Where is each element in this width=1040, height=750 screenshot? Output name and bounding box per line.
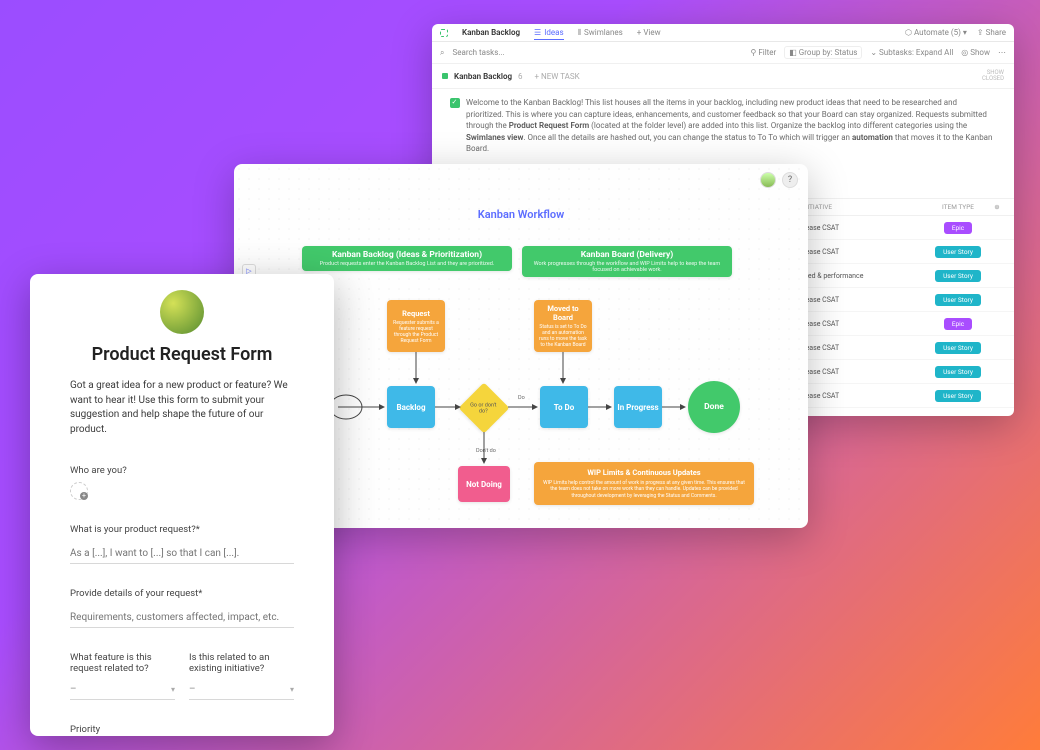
share-button[interactable]: ⇪ Share: [977, 28, 1006, 37]
cell-itemtype: User Story: [930, 390, 986, 402]
initiative-label: Is this related to an existing initiativ…: [189, 652, 294, 674]
view-tabs: Kanban Backlog ☰Ideas ⫴Swimlanes + View …: [432, 24, 1014, 42]
workflow-title: Kanban Workflow: [234, 208, 808, 221]
feature-select[interactable]: –▾: [70, 680, 175, 700]
form-avatar: [160, 290, 204, 334]
share-icon: ⇪: [977, 28, 984, 37]
tab-add-view[interactable]: + View: [637, 28, 661, 37]
list-icon: [440, 29, 448, 37]
form-intro: Got a great idea for a new product or fe…: [70, 379, 294, 437]
show-closed-toggle[interactable]: SHOW CLOSED: [982, 70, 1004, 82]
search-icon[interactable]: ⌕: [440, 48, 444, 58]
chevron-down-icon: ▾: [963, 28, 967, 37]
request-input[interactable]: [70, 544, 294, 564]
initiative-select[interactable]: –▾: [189, 680, 294, 700]
node-done[interactable]: Done: [688, 381, 740, 433]
cell-itemtype: User Story: [930, 246, 986, 258]
cell-itemtype: User Story: [930, 366, 986, 378]
node-moved[interactable]: Moved to Board Status is set to To Do an…: [534, 300, 592, 352]
groupby-button[interactable]: ◧ Group by: Status: [784, 46, 862, 59]
help-icon[interactable]: ?: [782, 172, 798, 188]
details-input[interactable]: [70, 608, 294, 628]
subtasks-button[interactable]: ⌄ Subtasks: Expand All: [870, 48, 953, 57]
list-view-icon: ☰: [534, 28, 541, 37]
automate-button[interactable]: ⬡ Automate (5) ▾: [905, 28, 967, 37]
stage-board: Kanban Board (Delivery) Work progresses …: [522, 246, 732, 277]
request-label: What is your product request?*: [70, 524, 294, 535]
whiteboard-toolbar: ?: [760, 172, 798, 188]
product-request-form: Product Request Form Got a great idea fo…: [30, 274, 334, 736]
node-decision[interactable]: Go or don't do?: [459, 383, 510, 434]
swimlane-icon: ⫴: [578, 28, 581, 38]
cell-itemtype: Epic: [930, 222, 986, 234]
status-square-icon: [442, 73, 448, 79]
list-title: Kanban Backlog: [462, 28, 520, 37]
chevron-down-icon: ▾: [171, 685, 175, 694]
show-button[interactable]: ◎ Show: [961, 48, 990, 57]
group-count: 6: [518, 72, 523, 81]
feature-label: What feature is this request related to?: [70, 652, 175, 674]
robot-icon: ⬡: [905, 28, 912, 37]
node-todo[interactable]: To Do: [540, 386, 588, 428]
tab-ideas[interactable]: ☰Ideas: [534, 28, 564, 40]
cell-itemtype: User Story: [930, 294, 986, 306]
stage-backlog: Kanban Backlog (Ideas & Prioritization) …: [302, 246, 512, 271]
col-itemtype[interactable]: ITEM TYPE: [930, 203, 986, 211]
chevron-down-icon: ▾: [290, 685, 294, 694]
node-wip: WIP Limits & Continuous Updates WIP Limi…: [534, 462, 754, 505]
filter-button[interactable]: ⚲ Filter: [751, 48, 777, 57]
cell-itemtype: Epic: [930, 318, 986, 330]
form-title: Product Request Form: [70, 344, 294, 365]
more-icon[interactable]: ⋯: [998, 48, 1006, 57]
who-label: Who are you?: [70, 465, 294, 476]
cell-itemtype: User Story: [930, 342, 986, 354]
details-label: Provide details of your request*: [70, 588, 294, 599]
search-placeholder[interactable]: Search tasks...: [452, 48, 504, 57]
user-avatar[interactable]: [760, 172, 776, 188]
group-name: Kanban Backlog: [454, 72, 512, 81]
new-task-button[interactable]: + NEW TASK: [535, 72, 580, 81]
label-dontdo: Don't do: [476, 448, 496, 454]
node-notdoing[interactable]: Not Doing: [458, 466, 510, 502]
who-picker[interactable]: [70, 482, 88, 500]
cell-itemtype: User Story: [930, 270, 986, 282]
node-backlog[interactable]: Backlog: [387, 386, 435, 428]
node-inprogress[interactable]: In Progress: [614, 386, 662, 428]
group-header: Kanban Backlog 6 + NEW TASK SHOW CLOSED: [432, 64, 1014, 89]
tab-swimlanes[interactable]: ⫴Swimlanes: [578, 28, 623, 38]
label-do: Do: [518, 395, 525, 401]
priority-label: Priority: [70, 724, 294, 735]
add-column-button[interactable]: ⊕: [990, 203, 1004, 211]
node-request[interactable]: Request Requester submits a feature requ…: [387, 300, 445, 352]
list-toolbar: ⌕ Search tasks... ⚲ Filter ◧ Group by: S…: [432, 42, 1014, 64]
check-badge-icon: [450, 98, 460, 108]
